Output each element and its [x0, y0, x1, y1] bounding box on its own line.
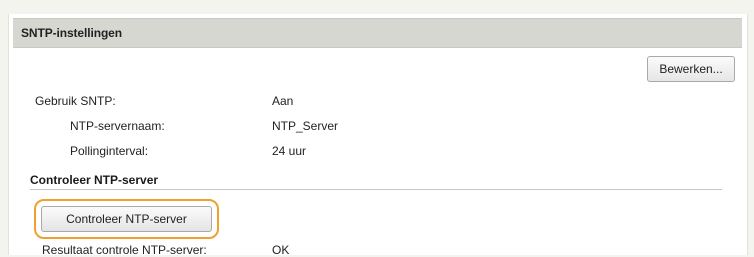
ntp-server-name-label: NTP-servernaam: — [70, 119, 165, 133]
check-ntp-server-button[interactable]: Controleer NTP-server — [41, 206, 212, 232]
polling-interval-value: 24 uur — [272, 144, 307, 158]
edit-button[interactable]: Bewerken... — [647, 56, 735, 82]
ntp-server-name-value: NTP_Server — [272, 119, 339, 133]
section-header: SNTP-instellingen — [13, 18, 742, 48]
check-button-highlight: Controleer NTP-server — [34, 199, 219, 239]
section-divider — [30, 189, 722, 190]
use-sntp-value: Aan — [272, 94, 294, 108]
check-ntp-section-title: Controleer NTP-server — [30, 173, 159, 187]
use-sntp-label: Gebruik SNTP: — [35, 94, 116, 108]
page-title: SNTP-instellingen — [21, 26, 122, 40]
polling-interval-label: Pollinginterval: — [70, 144, 149, 158]
sntp-settings-panel: SNTP-instellingen Bewerken... Gebruik SN… — [8, 14, 748, 257]
